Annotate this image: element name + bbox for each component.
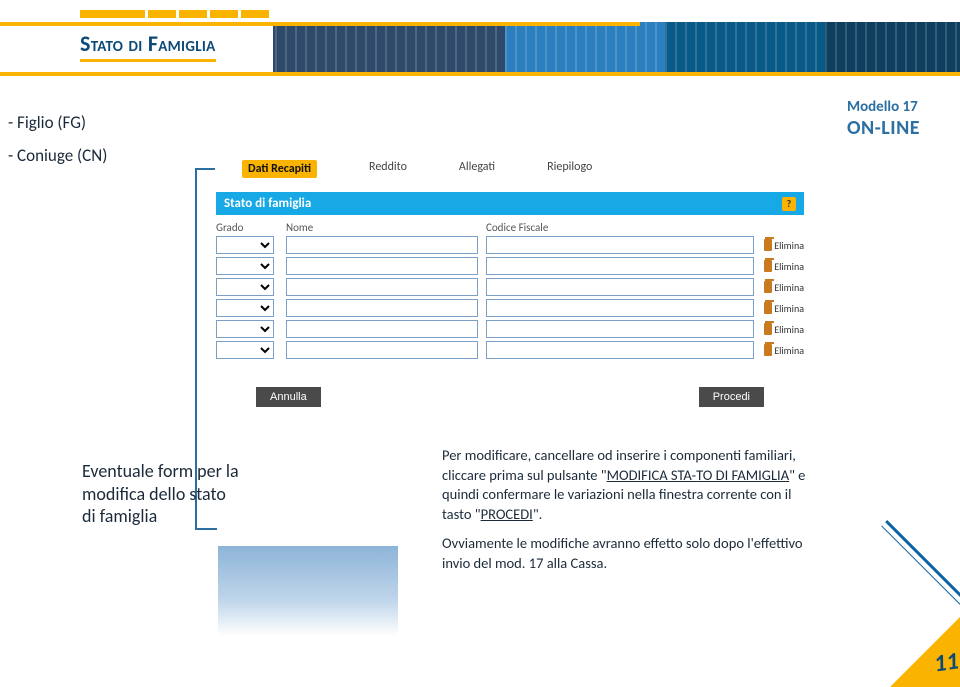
- col-nome: Nome: [286, 221, 486, 234]
- nome-input[interactable]: [286, 257, 478, 275]
- panel-header: Stato di famiglia ?: [216, 192, 804, 215]
- callout-label: Eventuale form per la modifica dello sta…: [82, 460, 262, 528]
- grado-select[interactable]: [216, 236, 274, 254]
- nome-input[interactable]: [286, 278, 478, 296]
- trash-icon: [764, 344, 772, 356]
- col-grado: Grado: [216, 221, 286, 234]
- modello-line1: Modello 17: [847, 98, 920, 116]
- grado-select[interactable]: [216, 341, 274, 359]
- tab-allegati[interactable]: Allegati: [459, 160, 495, 178]
- accent-bars: [80, 10, 269, 18]
- cf-input[interactable]: [486, 257, 754, 275]
- procedi-button[interactable]: Procedi: [699, 387, 764, 407]
- trash-icon: [764, 281, 772, 293]
- trash-icon: [764, 260, 772, 272]
- delete-link[interactable]: Elimina: [764, 239, 804, 252]
- table-row: Elimina: [216, 236, 804, 254]
- modello-line2: ON-LINE: [847, 116, 920, 140]
- delete-link[interactable]: Elimina: [764, 260, 804, 273]
- table-row: Elimina: [216, 320, 804, 338]
- cf-input[interactable]: [486, 278, 754, 296]
- tab-riepilogo[interactable]: Riepilogo: [547, 160, 592, 178]
- table-row: Elimina: [216, 257, 804, 275]
- nome-input[interactable]: [286, 341, 478, 359]
- accent-line-2: [0, 72, 960, 76]
- col-cf: Codice Fiscale: [486, 221, 764, 234]
- trash-icon: [764, 323, 772, 335]
- table-row: Elimina: [216, 299, 804, 317]
- cf-input[interactable]: [486, 320, 754, 338]
- modello-badge: Modello 17 ON-LINE: [847, 98, 920, 140]
- tab-dati-recapiti[interactable]: Dati Recapiti: [242, 160, 317, 178]
- cf-input[interactable]: [486, 236, 754, 254]
- description-text: Per modificare, cancellare od inserire i…: [442, 446, 812, 573]
- nome-input[interactable]: [286, 299, 478, 317]
- grado-select[interactable]: [216, 320, 274, 338]
- cf-input[interactable]: [486, 341, 754, 359]
- grado-select[interactable]: [216, 278, 274, 296]
- help-icon[interactable]: ?: [782, 197, 796, 211]
- delete-link[interactable]: Elimina: [764, 281, 804, 294]
- button-row: Annulla Procedi: [216, 387, 804, 407]
- list-item: - Coniuge (CN): [8, 145, 107, 166]
- delete-link[interactable]: Elimina: [764, 302, 804, 315]
- tabs-row: Dati Recapiti Reddito Allegati Riepilogo: [242, 160, 804, 178]
- left-list: - Figlio (FG) - Coniuge (CN): [8, 112, 107, 178]
- section-title: Stato di Famiglia: [80, 30, 216, 62]
- family-grid: Grado Nome Codice Fiscale Elimina Elimina…: [216, 221, 804, 359]
- list-item: - Figlio (FG): [8, 112, 107, 133]
- tab-reddito[interactable]: Reddito: [369, 160, 407, 178]
- title-text: Stato di Famiglia: [80, 30, 216, 57]
- trash-icon: [764, 239, 772, 251]
- nome-input[interactable]: [286, 236, 478, 254]
- gradient-box: [218, 546, 398, 636]
- grid-header: Grado Nome Codice Fiscale: [216, 221, 804, 236]
- page-number: 11: [932, 646, 960, 678]
- nome-input[interactable]: [286, 320, 478, 338]
- page-corner: 11: [860, 577, 960, 687]
- form-screenshot: Dati Recapiti Reddito Allegati Riepilogo…: [216, 160, 804, 407]
- table-row: Elimina: [216, 341, 804, 359]
- panel-title: Stato di famiglia: [224, 196, 311, 211]
- cf-input[interactable]: [486, 299, 754, 317]
- delete-link[interactable]: Elimina: [764, 323, 804, 336]
- delete-link[interactable]: Elimina: [764, 344, 804, 357]
- table-row: Elimina: [216, 278, 804, 296]
- trash-icon: [764, 302, 772, 314]
- annulla-button[interactable]: Annulla: [256, 387, 321, 407]
- grado-select[interactable]: [216, 299, 274, 317]
- grado-select[interactable]: [216, 257, 274, 275]
